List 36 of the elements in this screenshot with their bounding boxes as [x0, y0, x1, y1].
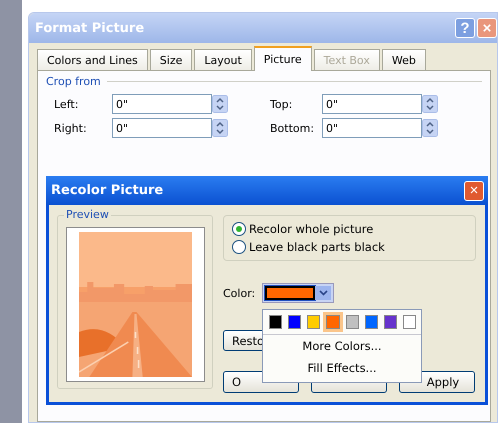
field-label: Right:: [54, 122, 88, 134]
color-swatch[interactable]: [288, 315, 302, 329]
close-button[interactable]: ×: [464, 180, 484, 200]
color-picker[interactable]: [262, 283, 334, 303]
radio-label[interactable]: Leave black parts black: [249, 240, 385, 254]
color-label: Color:: [223, 286, 256, 300]
radio-button[interactable]: [232, 240, 246, 254]
color-swatch[interactable]: [384, 315, 397, 329]
tab[interactable]: Size: [150, 49, 192, 71]
spinner-icon[interactable]: [212, 95, 228, 113]
menu-item[interactable]: More Colors...: [263, 335, 421, 357]
dialog-title: Recolor Picture: [51, 183, 164, 198]
input-field[interactable]: 0": [322, 94, 422, 114]
tab[interactable]: Picture: [254, 46, 312, 71]
color-swatch[interactable]: [269, 315, 282, 329]
tab[interactable]: Web: [382, 49, 426, 71]
window-title: Format Picture: [35, 20, 146, 36]
input-field[interactable]: 0": [112, 94, 212, 114]
spinner-icon[interactable]: [422, 95, 438, 113]
color-swatch[interactable]: [364, 315, 378, 329]
color-swatch[interactable]: [346, 315, 359, 329]
spinner-icon[interactable]: [422, 119, 438, 137]
tab[interactable]: Colors and Lines: [37, 49, 148, 71]
input-field[interactable]: 0": [112, 118, 212, 138]
field-label: Top:: [270, 98, 294, 110]
color-swatch[interactable]: [402, 315, 416, 329]
spinner-icon[interactable]: [212, 119, 228, 137]
field-label: Bottom:: [270, 122, 316, 134]
input-field[interactable]: 0": [322, 118, 422, 138]
field-label: Left:: [54, 98, 80, 110]
group-title: Preview: [64, 208, 111, 221]
tab[interactable]: Layout: [194, 49, 252, 71]
group-title: Crop from: [46, 75, 101, 88]
radio-label[interactable]: Recolor whole picture: [249, 222, 374, 236]
radio-button[interactable]: [232, 222, 246, 236]
color-swatch[interactable]: [307, 315, 320, 329]
